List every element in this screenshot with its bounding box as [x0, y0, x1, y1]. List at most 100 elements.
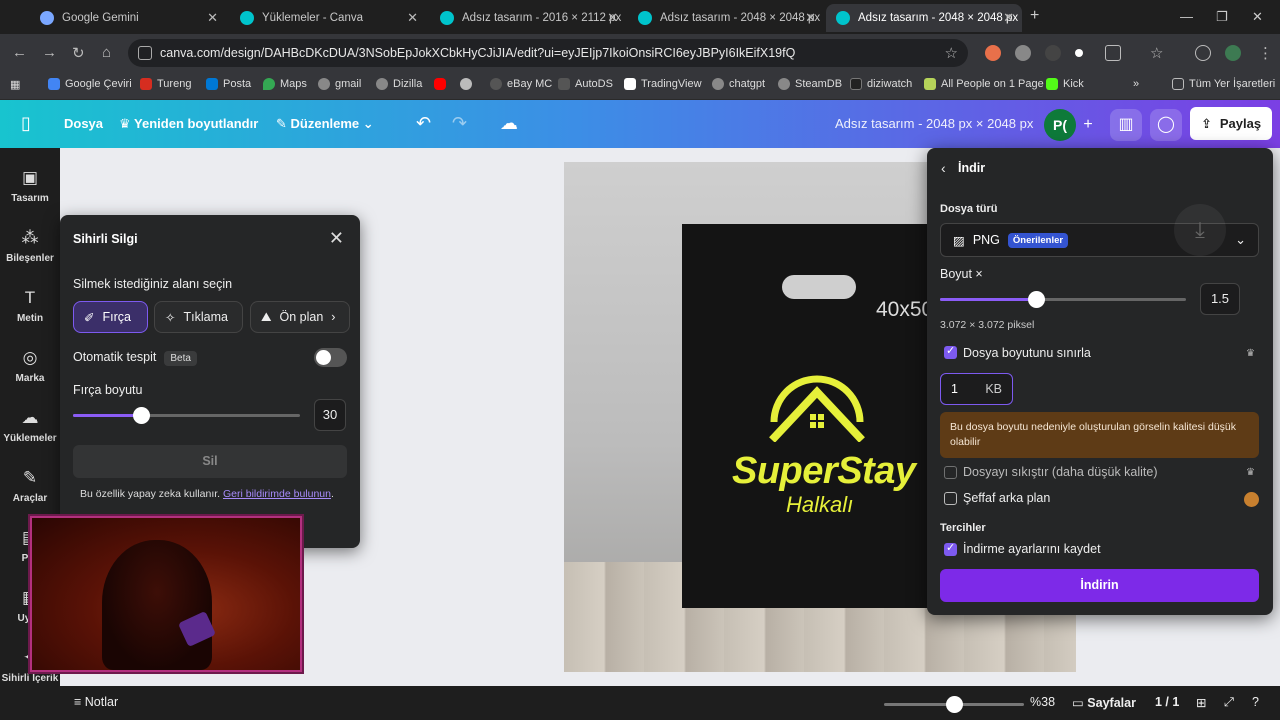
transparent-bg-label[interactable]: Şeffaf arka plan: [963, 491, 1050, 505]
pages-button[interactable]: ▭ Sayfalar: [1072, 695, 1136, 710]
limit-size-label[interactable]: Dosya boyutunu sınırla: [963, 346, 1091, 360]
redo-icon[interactable]: ↷: [452, 113, 467, 134]
browser-tab[interactable]: Adsız tasarım - 2016 × 2112 px ✕: [430, 4, 626, 32]
extension-icon[interactable]: [985, 45, 1001, 61]
profile-icon[interactable]: [1225, 45, 1241, 61]
tab-close-icon[interactable]: ✕: [805, 10, 816, 26]
logo-subtitle-text[interactable]: Halkalı: [786, 492, 853, 518]
extension-icon[interactable]: [1075, 49, 1083, 57]
browser-tab[interactable]: Adsız tasarım - 2048 × 2048 px ✕: [628, 4, 824, 32]
brush-mode-chip[interactable]: ✐ Fırça: [73, 301, 148, 333]
compress-checkbox[interactable]: [944, 466, 957, 479]
sidebar-item-uploads[interactable]: ☁ Yüklemeler: [0, 408, 60, 444]
file-size-kb-input[interactable]: 1 KB: [940, 373, 1013, 405]
minimize-icon[interactable]: —: [1180, 9, 1193, 24]
bookmark-item[interactable]: diziwatch: [850, 78, 912, 90]
cloud-saved-icon[interactable]: ☁: [500, 113, 518, 134]
sidebar-item-elements[interactable]: ⁂ Bileşenler: [0, 228, 60, 264]
bookmark-item[interactable]: Google Çeviri: [48, 78, 132, 90]
resize-menu[interactable]: ♛ Yeniden boyutlandır: [119, 116, 258, 132]
feedback-link[interactable]: Geri bildirimde bulunun: [223, 488, 331, 500]
size-input[interactable]: 1.5: [1200, 283, 1240, 315]
limit-size-checkbox[interactable]: [944, 344, 957, 359]
comments-icon[interactable]: ◯: [1150, 109, 1182, 141]
bookmark-item[interactable]: SteamDB: [778, 78, 842, 90]
zoom-level[interactable]: %38: [1030, 695, 1055, 709]
click-mode-chip[interactable]: ✧ Tıklama: [154, 301, 243, 333]
browser-tab[interactable]: Google Gemini ✕: [30, 4, 226, 32]
home-icon[interactable]: ⌂: [102, 44, 111, 61]
close-icon[interactable]: ✕: [329, 228, 344, 249]
erase-button[interactable]: Sil: [73, 445, 347, 478]
maximize-icon[interactable]: ❐: [1216, 9, 1228, 25]
download-button[interactable]: İndirin: [940, 569, 1259, 602]
save-settings-checkbox[interactable]: [944, 541, 957, 556]
insights-icon[interactable]: ▥: [1110, 109, 1142, 141]
browser-tab[interactable]: Yüklemeler - Canva ✕: [230, 4, 426, 32]
design-title[interactable]: Adsız tasarım - 2048 px × 2048 px: [835, 116, 1033, 131]
all-bookmarks[interactable]: Tüm Yer İşaretleri: [1172, 78, 1275, 90]
foreground-mode-chip[interactable]: ⛰ Ön plan ›: [250, 301, 350, 333]
reload-icon[interactable]: ↻: [72, 44, 85, 62]
extensions-puzzle-icon[interactable]: [1105, 45, 1121, 61]
undo-icon[interactable]: ↶: [416, 113, 431, 134]
bookmark-item[interactable]: Posta: [206, 78, 251, 90]
edit-menu[interactable]: ✎ Düzenleme ⌄: [276, 116, 374, 132]
extension-icon[interactable]: [1045, 45, 1061, 61]
menu-dots-icon[interactable]: ⋮: [1258, 44, 1273, 62]
slider-thumb[interactable]: [1028, 291, 1045, 308]
bookmark-item[interactable]: [460, 78, 477, 90]
tab-close-icon[interactable]: ✕: [1003, 10, 1014, 26]
bookmark-item[interactable]: eBay MC: [490, 78, 552, 90]
brush-size-slider[interactable]: [73, 407, 300, 424]
sidebar-item-text[interactable]: T Metin: [0, 288, 60, 324]
transparent-bg-checkbox[interactable]: [944, 492, 957, 505]
shopping-bag-mockup[interactable]: 40x50 SuperStay Halkalı: [682, 224, 952, 608]
site-info-icon[interactable]: [138, 46, 152, 60]
bookmark-item[interactable]: chatgpt: [712, 78, 765, 90]
bookmark-item[interactable]: Maps: [263, 78, 307, 90]
sidebar-item-brand[interactable]: ◎ Marka: [0, 348, 60, 384]
share-button[interactable]: ⇪ Paylaş: [1190, 107, 1272, 140]
browser-tab-active[interactable]: Adsız tasarım - 2048 × 2048 px ✕: [826, 4, 1022, 32]
tab-close-icon[interactable]: ✕: [607, 10, 618, 26]
slider-thumb[interactable]: [133, 407, 150, 424]
back-chevron-icon[interactable]: ‹: [941, 160, 946, 176]
help-icon[interactable]: ?: [1252, 695, 1259, 709]
reading-list-icon[interactable]: ☆: [1150, 44, 1163, 62]
chevron-right-icon[interactable]: ›: [331, 310, 335, 324]
bag-size-text[interactable]: 40x50: [876, 298, 933, 322]
back-icon[interactable]: ←: [12, 44, 27, 61]
bookmark-item[interactable]: Dizilla: [376, 78, 422, 90]
auto-detect-toggle[interactable]: [314, 348, 347, 367]
tab-close-icon[interactable]: ✕: [207, 10, 218, 26]
bookmark-star-icon[interactable]: ☆: [945, 44, 958, 62]
forward-icon[interactable]: →: [42, 44, 57, 61]
add-collaborator-icon[interactable]: +: [1072, 109, 1104, 141]
bookmark-item[interactable]: Tureng: [140, 78, 191, 90]
bookmark-item[interactable]: AutoDS: [558, 78, 613, 90]
close-window-icon[interactable]: ✕: [1252, 9, 1263, 25]
file-menu[interactable]: Dosya: [64, 116, 103, 131]
sidebar-item-design[interactable]: ▣ Tasarım: [0, 168, 60, 204]
logo-brand-text[interactable]: SuperStay: [732, 450, 916, 493]
extension-icon[interactable]: [1015, 45, 1031, 61]
bookmark-item[interactable]: gmail: [318, 78, 361, 90]
grid-view-icon[interactable]: ⊞: [1196, 695, 1206, 710]
more-bookmarks-icon[interactable]: »: [1133, 78, 1139, 90]
zoom-slider[interactable]: [884, 696, 1024, 713]
apps-grid-icon[interactable]: ▦: [10, 78, 20, 91]
notes-button[interactable]: ≡ Notlar: [74, 695, 118, 709]
youtube-bookmark[interactable]: [434, 78, 451, 90]
tab-close-icon[interactable]: ✕: [407, 10, 418, 26]
bookmark-item[interactable]: TradingView: [624, 78, 702, 90]
bookmark-item[interactable]: All People on 1 Page: [924, 78, 1044, 90]
downloads-icon[interactable]: [1195, 45, 1211, 61]
size-slider[interactable]: [940, 291, 1186, 308]
fullscreen-icon[interactable]: ⤢: [1224, 695, 1234, 710]
page-count[interactable]: 1 / 1: [1155, 695, 1179, 709]
url-input[interactable]: canva.com/design/DAHBcDKcDUA/3NSobEpJokX…: [128, 39, 968, 67]
sidebar-item-tools[interactable]: ✎ Araçlar: [0, 468, 60, 504]
bookmark-item[interactable]: Kick: [1046, 78, 1084, 90]
save-settings-label[interactable]: İndirme ayarlarını kaydet: [963, 542, 1101, 556]
